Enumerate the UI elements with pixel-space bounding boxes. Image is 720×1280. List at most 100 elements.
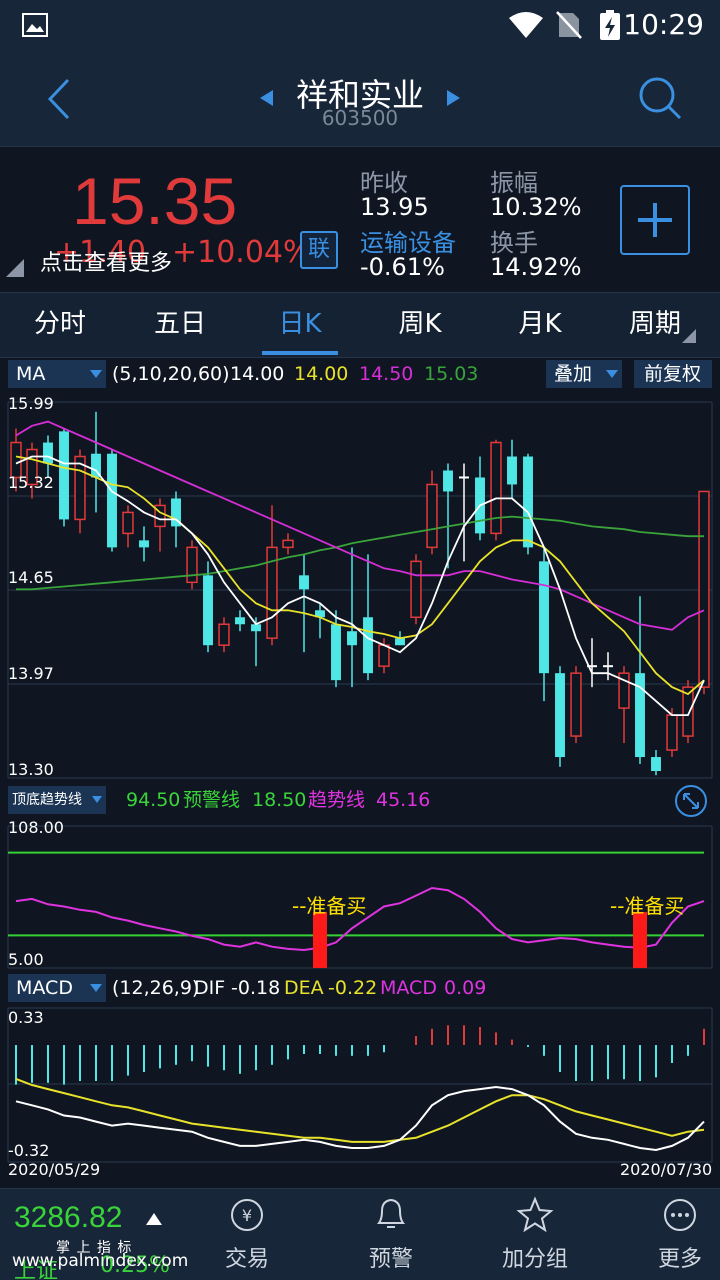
ma10-value: 14.00: [294, 363, 349, 385]
macd-params: (12,26,9): [112, 977, 200, 999]
nav-add-group-label: 加分组: [501, 1247, 568, 1272]
search-icon[interactable]: [638, 76, 682, 120]
candle-body: [426, 483, 438, 549]
status-time: 10:29: [623, 8, 704, 41]
nav-add-group[interactable]: 加分组: [480, 1189, 590, 1273]
index-value[interactable]: 3286.82: [14, 1201, 122, 1235]
watermark-url: www.palmindex.com: [12, 1251, 189, 1271]
turnover-value: 14.92%: [490, 253, 582, 281]
nav-trade-label: 交易: [224, 1247, 269, 1272]
nav-more-label: 更多: [657, 1247, 702, 1272]
macd-label: MACD: [380, 977, 437, 999]
overlay-select[interactable]: 叠加: [546, 360, 622, 388]
dropdown-icon: [90, 984, 102, 992]
ma5-line: [15, 455, 705, 717]
quote-panel[interactable]: 15.35 +1.40 +10.04% 点击查看更多 联 昨收 13.95 振幅…: [0, 146, 720, 292]
candle-body: [218, 623, 230, 646]
more-icon: [664, 1199, 696, 1231]
trend-legend-row: 顶底趋势线 94.50 预警线 18.50 趋势线 45.16: [0, 785, 720, 817]
buy-signal-label-2: --准备买: [610, 894, 685, 918]
corner-triangle-icon: [682, 329, 696, 343]
dea-line: [15, 1077, 705, 1143]
tab-weekly-k[interactable]: 周K: [360, 293, 480, 357]
candle-body: [523, 456, 533, 548]
trend-axis-min: 5.00: [8, 950, 44, 969]
tab-intraday[interactable]: 分时: [0, 293, 120, 357]
adjust-button[interactable]: 前复权: [634, 360, 712, 388]
star-icon: [516, 1196, 554, 1233]
ma-legend-row: MA (5,10,20,60) 14.00 14.00 14.50 15.03 …: [0, 360, 720, 388]
macd-axis-min: -0.32: [8, 1141, 50, 1160]
trend-axis-max: 108.00: [8, 818, 64, 837]
trend-line-value: 45.16: [376, 789, 431, 811]
period-tabs: 分时 五日 日K 周K 月K 周期: [0, 292, 720, 358]
dropdown-icon: [92, 796, 102, 803]
candle-body: [410, 560, 422, 619]
bell-icon: [377, 1198, 405, 1228]
nav-alert[interactable]: 预警: [336, 1189, 446, 1273]
plus-icon: [638, 203, 672, 237]
adjust-label: 前复权: [644, 363, 702, 385]
stock-code: 603500: [321, 106, 399, 130]
ma20-value: 14.50: [359, 363, 414, 385]
no-sim-icon: [556, 11, 582, 39]
price-axis-2: 15.32: [8, 473, 54, 492]
candle-body: [203, 575, 213, 646]
link-badge[interactable]: 联: [300, 231, 338, 269]
trend-select[interactable]: 顶底趋势线: [8, 786, 106, 814]
candle-body: [651, 757, 661, 772]
candle-body: [507, 456, 517, 485]
dif-value: -0.18: [231, 977, 281, 999]
macd-axis-max: 0.33: [8, 1008, 44, 1027]
corner-triangle-icon: [6, 259, 24, 277]
dropdown-icon: [606, 370, 618, 378]
nav-trade[interactable]: ¥ 交易: [192, 1189, 302, 1273]
next-stock-icon[interactable]: [446, 90, 460, 106]
amplitude-value: 10.32%: [490, 193, 582, 221]
trend-line-label: 趋势线: [308, 789, 366, 811]
tab-period[interactable]: 周期: [600, 293, 710, 357]
current-price: 15.35: [72, 164, 238, 238]
trend-value-1: 94.50: [126, 789, 181, 811]
candle-body: [235, 617, 245, 625]
trend-select-label: 顶底趋势线: [12, 792, 82, 808]
kline-chart[interactable]: [0, 390, 720, 1180]
candle-body: [139, 540, 149, 548]
fullscreen-icon[interactable]: [674, 784, 708, 818]
ma-params: (5,10,20,60): [112, 363, 230, 385]
wifi-icon: [509, 12, 543, 38]
active-tab-indicator: [262, 351, 338, 355]
macd-select[interactable]: MACD: [8, 974, 106, 1002]
price-axis-3: 14.65: [8, 568, 54, 587]
candle-body: [378, 644, 390, 667]
tab-monthly-k[interactable]: 月K: [480, 293, 600, 357]
ma60-value: 15.03: [424, 363, 479, 385]
ma-select[interactable]: MA: [8, 360, 106, 388]
tab-daily-k[interactable]: 日K: [240, 293, 360, 357]
macd-value: 0.09: [444, 977, 487, 999]
svg-text:¥: ¥: [242, 1206, 252, 1225]
nav-more[interactable]: 更多: [624, 1189, 720, 1273]
date-start: 2020/05/29: [8, 1160, 101, 1179]
candle-body: [107, 453, 117, 548]
add-watchlist-button[interactable]: [620, 185, 690, 255]
buy-signal-bar: [313, 911, 327, 968]
candle-body: [186, 546, 198, 584]
gallery-icon: [22, 13, 48, 37]
ma5-value: 14.00: [230, 363, 285, 385]
overlay-label: 叠加: [554, 363, 593, 385]
tab-five-day[interactable]: 五日: [120, 293, 240, 357]
candle-body: [59, 431, 69, 520]
ma60-line: [16, 515, 704, 591]
dea-label: DEA: [284, 977, 324, 999]
candle-body: [299, 575, 309, 590]
dropdown-icon: [90, 370, 102, 378]
candle-body: [490, 441, 502, 535]
candle-body: [363, 617, 373, 674]
candle-body: [43, 442, 53, 464]
view-more-tip[interactable]: 点击查看更多: [40, 245, 172, 277]
ma10-line: [15, 455, 705, 696]
candle-body: [331, 624, 341, 681]
candle-body: [570, 672, 582, 737]
index-up-icon: [146, 1213, 162, 1225]
